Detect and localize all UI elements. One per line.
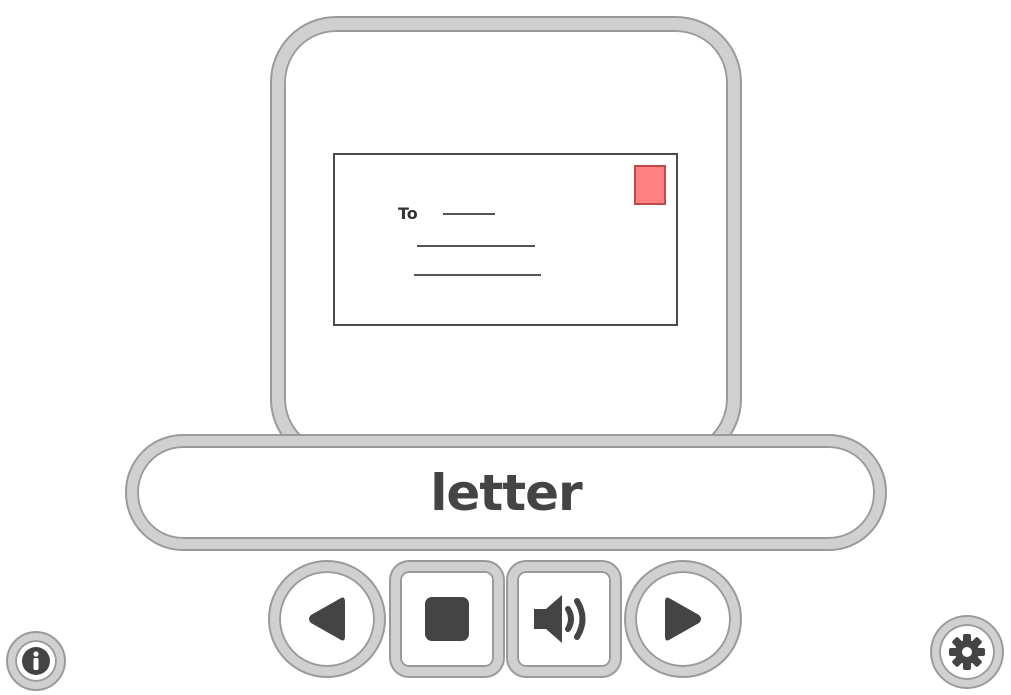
info-button[interactable] xyxy=(8,633,64,689)
word-label: letter xyxy=(430,463,582,522)
play-sound-button[interactable] xyxy=(508,562,620,676)
next-button[interactable] xyxy=(626,562,740,676)
address-line-1 xyxy=(443,213,495,215)
stamp xyxy=(634,165,666,205)
word-bar: letter xyxy=(127,436,885,549)
flashcard-screen: To letter xyxy=(0,0,1011,695)
previous-button[interactable] xyxy=(270,562,384,676)
triangle-left-icon xyxy=(309,597,345,641)
stop-button[interactable] xyxy=(391,562,503,676)
envelope-illustration: To xyxy=(333,153,678,326)
stop-square-icon xyxy=(425,597,469,641)
triangle-right-icon xyxy=(665,597,701,641)
info-icon xyxy=(22,647,50,675)
settings-button[interactable] xyxy=(932,617,1002,687)
gear-icon xyxy=(949,634,985,670)
envelope-to-label: To xyxy=(398,204,418,223)
address-line-2 xyxy=(417,245,535,247)
address-line-3 xyxy=(414,274,541,276)
speaker-icon xyxy=(534,595,586,643)
